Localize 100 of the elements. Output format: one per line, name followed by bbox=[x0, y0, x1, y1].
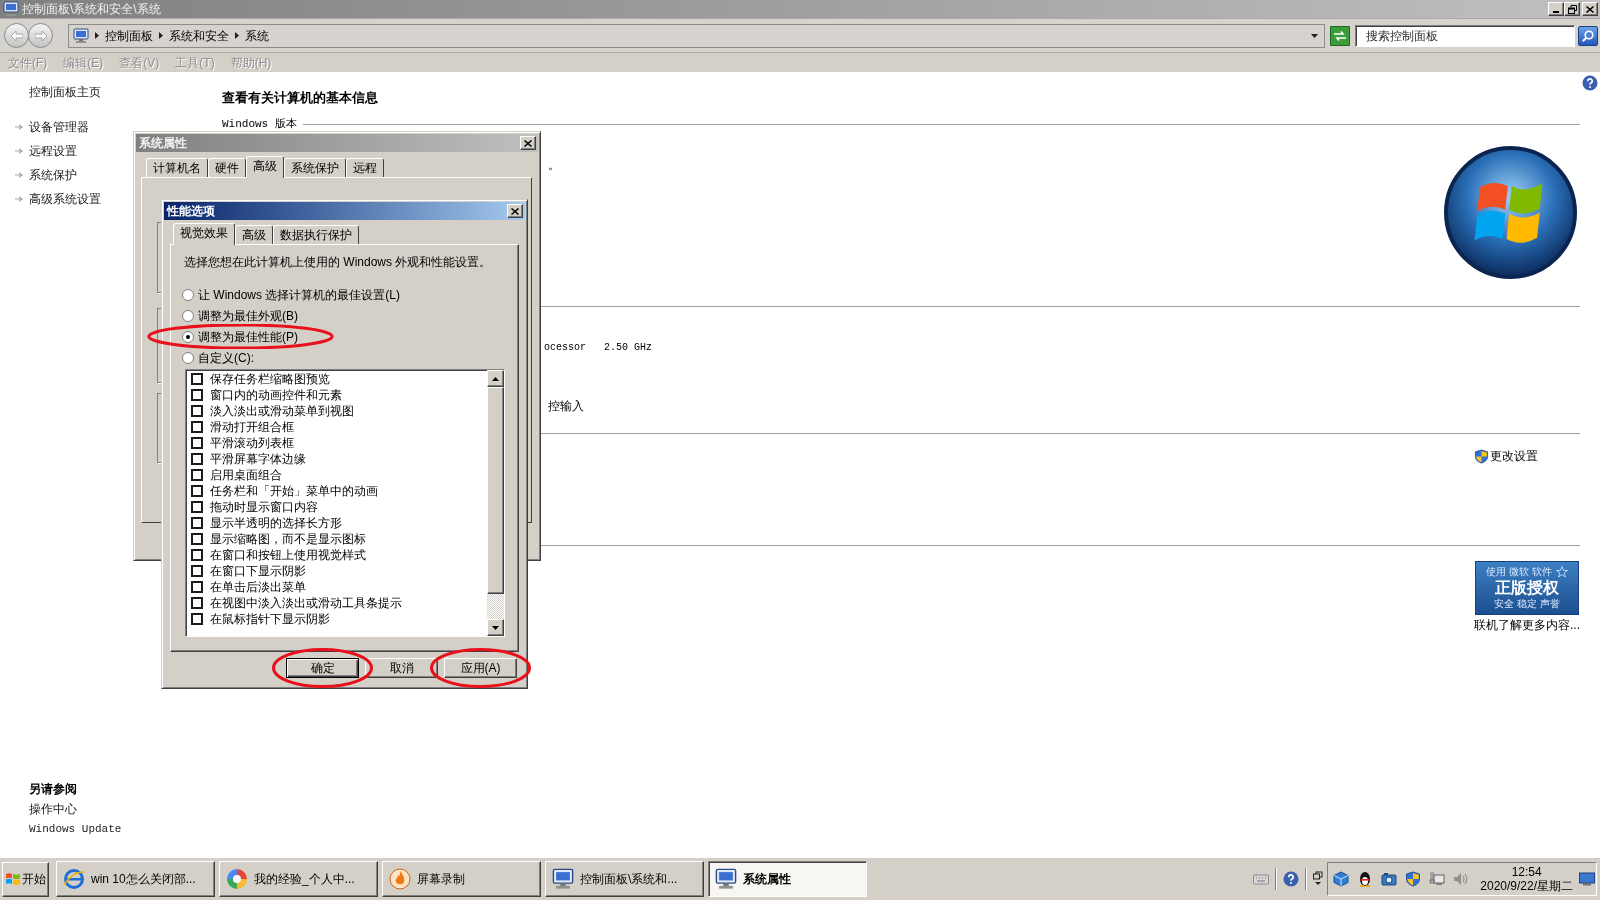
sidebar-link[interactable]: Windows Update bbox=[29, 821, 122, 837]
checkbox[interactable] bbox=[191, 565, 203, 577]
sidebar-link[interactable]: 远程设置 bbox=[29, 143, 77, 159]
checkbox-option[interactable]: 在窗口和按钮上使用视觉样式 bbox=[186, 547, 366, 563]
checkbox-option[interactable]: 任务栏和「开始」菜单中的动画 bbox=[186, 483, 378, 499]
dialog-button[interactable]: 取消 bbox=[365, 658, 438, 678]
checkbox[interactable] bbox=[191, 405, 203, 417]
search-button[interactable] bbox=[1578, 25, 1598, 46]
checkbox[interactable] bbox=[191, 469, 203, 481]
clock-date: 2020/9/22/星期二 bbox=[1480, 879, 1573, 893]
start-button[interactable]: 开始 bbox=[2, 861, 49, 897]
checkbox-option[interactable]: 淡入淡出或滑动菜单到视图 bbox=[186, 403, 354, 419]
dialog-button[interactable]: 应用(A) bbox=[444, 658, 517, 678]
dialog-button[interactable]: 确定 bbox=[286, 658, 359, 678]
checkbox-option[interactable]: 平滑滚动列表框 bbox=[186, 435, 294, 451]
tab[interactable]: 视觉效果 bbox=[173, 223, 235, 245]
checkbox-option[interactable]: 保存任务栏缩略图预览 bbox=[186, 371, 330, 387]
search-field[interactable]: 搜索控制面板 bbox=[1355, 24, 1575, 47]
tab[interactable]: 计算机名 bbox=[146, 158, 208, 177]
checkbox-option[interactable]: 显示半透明的选择长方形 bbox=[186, 515, 342, 531]
sidebar-link[interactable]: 操作中心 bbox=[29, 801, 77, 817]
window-caret-icon[interactable] bbox=[1313, 871, 1324, 887]
checkbox[interactable] bbox=[191, 613, 203, 625]
cube-icon[interactable] bbox=[1333, 871, 1350, 887]
network-icon[interactable] bbox=[1429, 871, 1446, 887]
breadcrumb-item[interactable]: 控制面板 bbox=[105, 27, 153, 44]
checkbox-option[interactable]: 窗口内的动画控件和元素 bbox=[186, 387, 342, 403]
close-button[interactable] bbox=[520, 136, 536, 150]
restore-button[interactable] bbox=[1564, 2, 1580, 16]
checkbox[interactable] bbox=[191, 389, 203, 401]
sidebar-link[interactable]: 系统保护 bbox=[29, 167, 77, 183]
info-text: 控输入 bbox=[548, 398, 584, 414]
minimize-button[interactable] bbox=[1548, 2, 1564, 16]
checkbox[interactable] bbox=[191, 421, 203, 433]
checkbox-option[interactable]: 拖动时显示窗口内容 bbox=[186, 499, 318, 515]
window-title: 性能选项 bbox=[167, 203, 215, 219]
radio-option[interactable]: 调整为最佳外观(B) bbox=[182, 307, 298, 324]
checkbox-option[interactable]: 在单击后淡出菜单 bbox=[186, 579, 306, 595]
tab[interactable]: 高级 bbox=[235, 225, 273, 244]
taskbar-button[interactable]: 我的经验_个人中... bbox=[219, 861, 378, 897]
shield-icon[interactable] bbox=[1405, 871, 1422, 887]
radio-button[interactable] bbox=[182, 288, 194, 301]
breadcrumb-item[interactable]: 系统和安全 bbox=[169, 27, 229, 44]
tab[interactable]: 硬件 bbox=[208, 158, 246, 177]
caret-down-icon[interactable] bbox=[1311, 33, 1318, 38]
checkbox[interactable] bbox=[191, 501, 203, 513]
address-field[interactable]: 控制面板 系统和安全 系统 bbox=[68, 23, 1325, 48]
radio-option[interactable]: 让 Windows 选择计算机的最佳设置(L) bbox=[182, 286, 400, 303]
checkbox[interactable] bbox=[191, 485, 203, 497]
desktop-icon[interactable] bbox=[1579, 871, 1595, 887]
scroll-up-button[interactable] bbox=[487, 370, 504, 387]
help-icon[interactable] bbox=[1283, 871, 1300, 887]
taskbar-button[interactable]: win 10怎么关闭部... bbox=[56, 861, 215, 897]
radio-option[interactable]: 自定义(C): bbox=[182, 349, 254, 366]
tab[interactable]: 高级 bbox=[246, 156, 284, 178]
tab[interactable]: 系统保护 bbox=[284, 158, 346, 177]
badge-text: 使用 微软 软件 bbox=[1486, 566, 1552, 578]
checkbox[interactable] bbox=[191, 549, 203, 561]
close-button[interactable] bbox=[1582, 2, 1598, 16]
checkbox-option[interactable]: 滑动打开组合框 bbox=[186, 419, 294, 435]
radio-button[interactable] bbox=[182, 351, 194, 364]
shield-icon bbox=[1474, 448, 1489, 464]
checkbox[interactable] bbox=[191, 373, 203, 385]
checkbox[interactable] bbox=[191, 453, 203, 465]
camera-icon[interactable] bbox=[1381, 871, 1398, 887]
checkbox-option[interactable]: 平滑屏幕字体边缘 bbox=[186, 451, 306, 467]
checkbox[interactable] bbox=[191, 533, 203, 545]
sidebar-link[interactable]: 控制面板主页 bbox=[29, 84, 101, 100]
checkbox[interactable] bbox=[191, 517, 203, 529]
checkbox-option[interactable]: 在视图中淡入淡出或滑动工具条提示 bbox=[186, 595, 402, 611]
sidebar-link[interactable]: 设备管理器 bbox=[29, 119, 89, 135]
checkbox[interactable] bbox=[191, 437, 203, 449]
checkbox-option[interactable]: 显示缩略图，而不是显示图标 bbox=[186, 531, 366, 547]
forward-button[interactable] bbox=[28, 23, 53, 48]
close-button[interactable] bbox=[507, 204, 523, 218]
star-icon bbox=[1555, 566, 1568, 578]
checkbox-option[interactable]: 在鼠标指针下显示阴影 bbox=[186, 611, 330, 627]
help-icon[interactable] bbox=[1582, 75, 1598, 91]
checkbox[interactable] bbox=[191, 597, 203, 609]
back-button[interactable] bbox=[4, 23, 29, 48]
checkbox-option[interactable]: 在窗口下显示阴影 bbox=[186, 563, 306, 579]
genuine-info-link[interactable]: 联机了解更多内容... bbox=[1474, 617, 1580, 633]
taskbar-button[interactable]: 系统属性 bbox=[708, 861, 867, 897]
refresh-button[interactable] bbox=[1330, 25, 1350, 46]
taskbar-button[interactable]: 屏幕录制 bbox=[382, 861, 541, 897]
radio-button[interactable] bbox=[182, 330, 194, 343]
tab[interactable]: 远程 bbox=[346, 158, 384, 177]
tab[interactable]: 数据执行保护 bbox=[273, 225, 359, 244]
scroll-thumb[interactable] bbox=[487, 387, 504, 594]
taskbar-button[interactable]: 控制面板\系统和... bbox=[545, 861, 704, 897]
page-heading: 查看有关计算机的基本信息 bbox=[222, 90, 378, 106]
scroll-down-button[interactable] bbox=[487, 619, 504, 636]
checkbox-option[interactable]: 启用桌面组合 bbox=[186, 467, 282, 483]
checkbox[interactable] bbox=[191, 581, 203, 593]
sidebar-link[interactable]: 高级系统设置 bbox=[29, 191, 101, 207]
change-settings-link[interactable]: 更改设置 bbox=[1474, 448, 1538, 464]
scrollbar-track[interactable] bbox=[487, 370, 504, 636]
breadcrumb-item[interactable]: 系统 bbox=[245, 27, 269, 44]
radio-button[interactable] bbox=[182, 309, 194, 322]
caret-icon bbox=[235, 32, 239, 39]
